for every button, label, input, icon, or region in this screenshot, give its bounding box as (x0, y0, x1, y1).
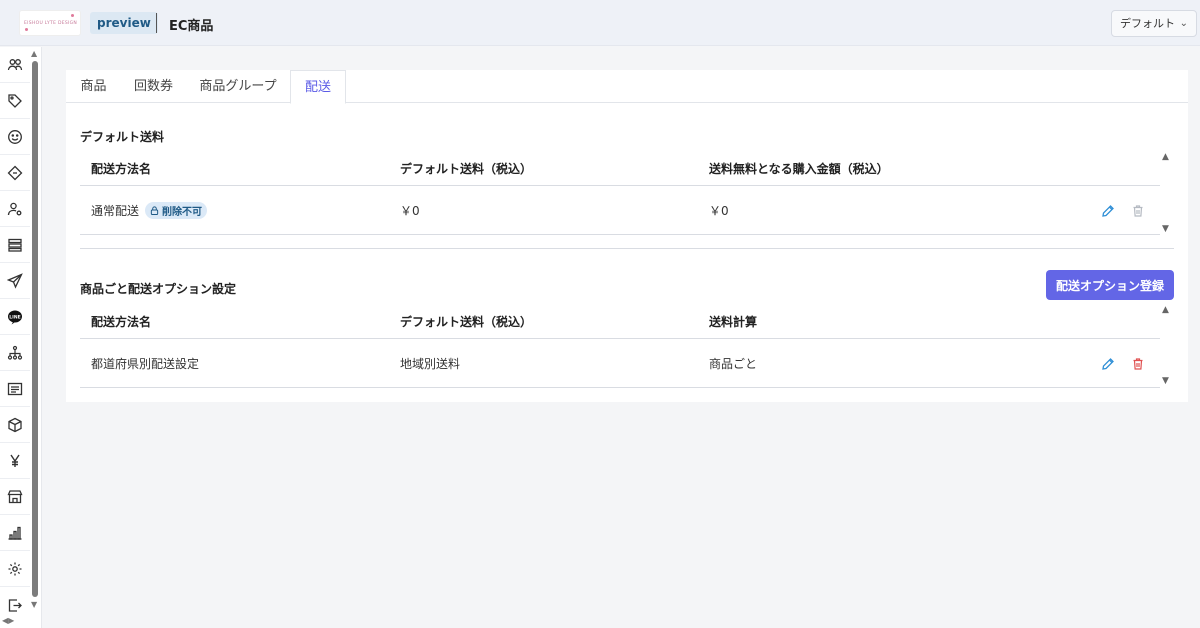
edit-button[interactable] (1100, 203, 1116, 219)
fee-cell: 地域別送料 (400, 357, 461, 371)
sidebar-item-store[interactable] (0, 479, 30, 515)
scroll-down-arrow-icon[interactable]: ▼ (31, 600, 37, 609)
column-header-method: 配送方法名 (91, 161, 152, 176)
table-row: 通常配送 削除不可 ￥0 ￥0 (80, 187, 1160, 235)
column-header-fee: デフォルト送料（税込） (400, 314, 533, 329)
box-icon (8, 417, 22, 432)
table-header-row: 配送方法名 デフォルト送料（税込） 送料計算 (80, 304, 1160, 339)
preview-badge: preview (90, 12, 158, 34)
default-shipping-title: デフォルト送料 (80, 130, 165, 144)
send-icon (7, 272, 23, 289)
page-title: EC商品 (169, 19, 214, 34)
tab-products[interactable]: 商品 (66, 70, 121, 103)
bar-chart-icon (8, 526, 22, 540)
table-row: 都道府県別配送設定 地域別送料 商品ごと (80, 340, 1160, 388)
sidebar-item-settings[interactable] (0, 551, 30, 587)
svg-text:LINE: LINE (9, 314, 20, 320)
column-header-method: 配送方法名 (91, 314, 152, 329)
tab-bar: 商品 回数券 商品グループ 配送 (66, 70, 1188, 104)
horizontal-scroll-arrows-icon[interactable]: ◀▶ (2, 616, 14, 625)
section-divider (80, 248, 1174, 249)
pencil-icon (1102, 358, 1114, 370)
line-icon: LINE (8, 310, 22, 324)
option-shipping-title: 商品ごと配送オプション設定 (80, 282, 237, 296)
app-header: EISHOU LYTE DESIGN preview EC商品 デフォルト ⌄ (0, 0, 1200, 46)
sidebar-item-send[interactable] (0, 263, 30, 299)
trash-icon (1133, 358, 1143, 370)
undeletable-badge: 削除不可 (145, 202, 208, 219)
tab-coupons[interactable]: 回数券 (121, 70, 186, 103)
table-scroll-down-icon[interactable]: ▼ (1162, 224, 1169, 234)
calc-cell: 商品ごと (709, 357, 758, 371)
delete-button[interactable] (1130, 356, 1146, 372)
sidebar-scrollbar-thumb[interactable] (32, 61, 38, 597)
method-name: 通常配送 (91, 204, 140, 218)
main-panel: 商品 回数券 商品グループ 配送 デフォルト送料 配送方法名 デフォルト送料（税… (66, 70, 1188, 402)
column-header-free-threshold: 送料無料となる購入金額（税込） (709, 161, 889, 176)
sidebar-item-list[interactable] (0, 227, 30, 263)
document-icon (7, 382, 23, 395)
sidebar-item-org[interactable] (0, 335, 30, 371)
user-settings-icon (7, 202, 22, 215)
export-icon (8, 599, 22, 612)
ticket-icon (7, 165, 23, 180)
yen-icon (10, 454, 20, 467)
delete-button-disabled (1130, 203, 1146, 219)
tab-shipping[interactable]: 配送 (290, 70, 346, 104)
table-header-row: 配送方法名 デフォルト送料（税込） 送料無料となる購入金額（税込） (80, 151, 1160, 186)
brand-logo[interactable]: EISHOU LYTE DESIGN (19, 10, 81, 36)
column-header-fee: デフォルト送料（税込） (400, 161, 533, 176)
list-icon (8, 238, 22, 252)
sidebar-item-yen[interactable] (0, 443, 30, 479)
header-divider (156, 13, 157, 33)
undeletable-badge-label: 削除不可 (162, 207, 203, 218)
table-scroll-down-icon[interactable]: ▼ (1162, 376, 1169, 386)
default-select[interactable]: デフォルト ⌄ (1111, 10, 1197, 37)
fee-cell: ￥0 (400, 204, 420, 218)
register-shipping-option-button[interactable]: 配送オプション登録 (1046, 270, 1174, 300)
sidebar-item-user-settings[interactable] (0, 191, 30, 227)
free-threshold-cell: ￥0 (709, 204, 729, 218)
store-icon (7, 489, 23, 503)
tag-icon (8, 93, 22, 108)
chevron-down-icon: ⌄ (1179, 18, 1188, 29)
sidebar-item-analytics[interactable] (0, 515, 30, 551)
users-icon (7, 58, 23, 70)
sidebar: LINE ▲ ▼ ◀▶ (0, 47, 42, 628)
sidebar-item-tags[interactable] (0, 83, 30, 119)
sidebar-item-users[interactable] (0, 47, 30, 83)
method-name-cell: 都道府県別配送設定 (91, 357, 200, 371)
method-name-cell: 通常配送 削除不可 (91, 187, 208, 234)
column-header-calc: 送料計算 (709, 314, 758, 329)
sidebar-item-document[interactable] (0, 371, 30, 407)
sidebar-item-smile[interactable] (0, 119, 30, 155)
org-chart-icon (7, 345, 23, 360)
edit-button[interactable] (1100, 356, 1116, 372)
table-scroll-up-icon[interactable]: ▲ (1162, 152, 1169, 162)
smile-icon (8, 129, 22, 144)
tab-product-groups[interactable]: 商品グループ (186, 70, 290, 103)
default-select-value: デフォルト (1120, 17, 1175, 30)
sidebar-item-box[interactable] (0, 407, 30, 443)
trash-icon (1133, 205, 1143, 217)
scroll-up-arrow-icon[interactable]: ▲ (31, 49, 37, 58)
gear-icon (8, 562, 22, 575)
sidebar-item-line[interactable]: LINE (0, 299, 30, 335)
lock-icon (150, 206, 159, 215)
pencil-icon (1102, 205, 1114, 217)
table-scroll-up-icon[interactable]: ▲ (1162, 305, 1169, 315)
sidebar-item-ticket[interactable] (0, 155, 30, 191)
